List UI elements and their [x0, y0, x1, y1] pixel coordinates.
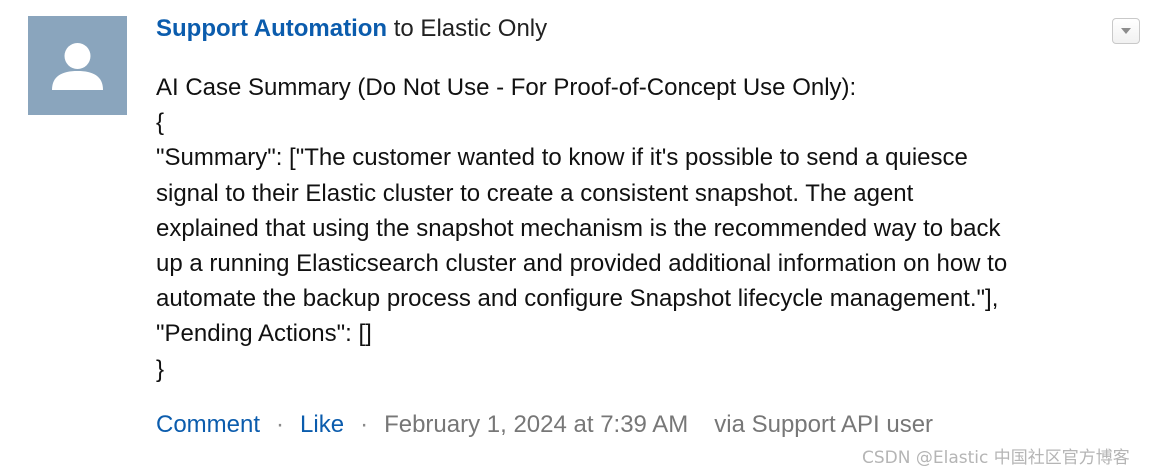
- body-line: "Pending Actions": []: [156, 320, 372, 348]
- body-line: automate the backup process and configur…: [156, 285, 999, 313]
- via-text: via Support API user: [714, 411, 934, 438]
- watermark: CSDN @Elastic 中国社区官方博客: [862, 448, 1130, 468]
- like-link[interactable]: Like: [300, 411, 344, 438]
- user-silhouette-icon: [52, 43, 103, 90]
- body-line: "Summary": ["The customer wanted to know…: [156, 144, 968, 172]
- post-menu-button[interactable]: [1112, 18, 1140, 44]
- post-header: Support Automation to Elastic Only: [156, 13, 547, 45]
- body-line: explained that using the snapshot mechan…: [156, 214, 1001, 242]
- author-link[interactable]: Support Automation: [156, 15, 387, 42]
- separator-dot: ·: [276, 411, 285, 438]
- post-timestamp[interactable]: February 1, 2024 at 7:39 AM: [384, 411, 688, 438]
- audience-text: to Elastic Only: [387, 15, 548, 42]
- body-line: {: [156, 109, 165, 137]
- feed-post: Support Automation to Elastic Only AI Ca…: [0, 0, 1172, 476]
- chevron-down-icon: [1121, 28, 1131, 34]
- separator-dot: ·: [360, 411, 369, 438]
- avatar[interactable]: [28, 16, 127, 115]
- body-line: AI Case Summary (Do Not Use - For Proof-…: [156, 74, 857, 101]
- body-line: up a running Elasticsearch cluster and p…: [156, 250, 1008, 278]
- comment-link[interactable]: Comment: [156, 411, 260, 438]
- post-footer: Comment · Like · February 1, 2024 at 7:39 AM…: [156, 409, 933, 441]
- post-body: AI Case Summary (Do Not Use - For Proof-…: [156, 70, 1136, 387]
- body-line: }: [156, 355, 165, 383]
- body-line: signal to their Elastic cluster to creat…: [156, 179, 914, 207]
